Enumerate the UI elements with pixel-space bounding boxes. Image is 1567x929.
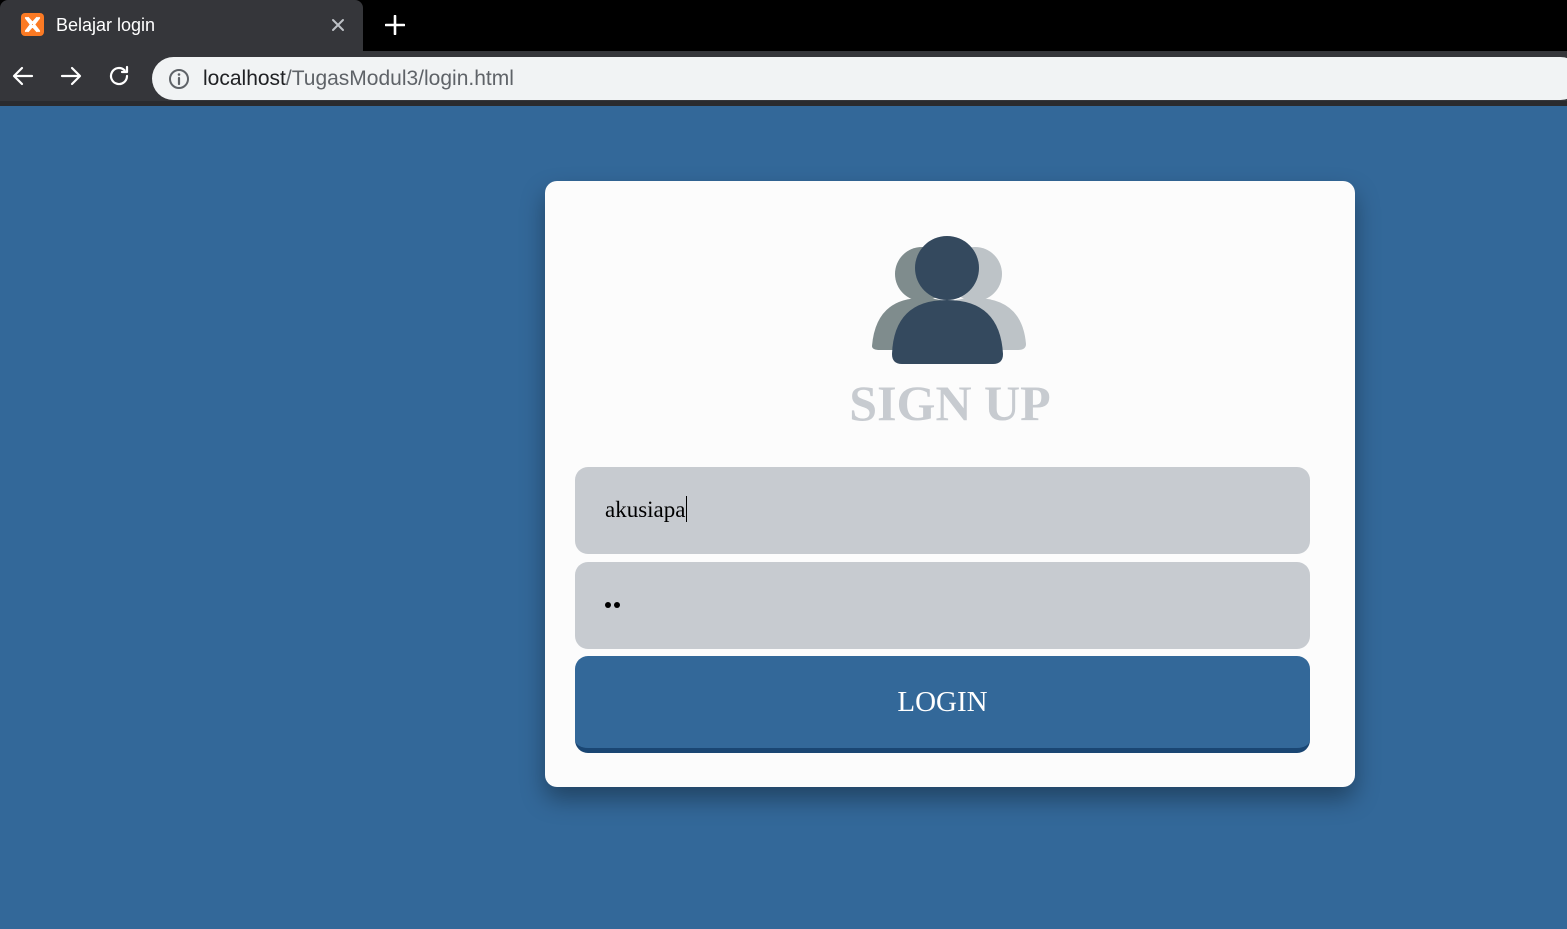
text-caret [686, 496, 688, 522]
password-input[interactable] [575, 562, 1310, 649]
tab-title: Belajar login [56, 15, 156, 35]
xampp-icon [21, 13, 44, 36]
arrow-left-icon [12, 66, 34, 86]
password-mask [605, 602, 620, 608]
reload-button[interactable] [104, 61, 134, 91]
plus-icon [385, 15, 405, 35]
forward-button[interactable] [56, 61, 86, 91]
close-icon[interactable] [327, 14, 349, 36]
url-text: localhost/TugasModul3/login.html [203, 66, 514, 92]
login-button-label: LOGIN [897, 685, 988, 718]
arrow-right-icon [60, 66, 82, 86]
page-title: SIGN UP [849, 375, 1051, 431]
login-button[interactable]: LOGIN [575, 656, 1310, 753]
password-dot [605, 602, 611, 608]
login-card: SIGN UP akusiapa LOGIN [545, 181, 1355, 787]
url-host: localhost [203, 67, 286, 90]
url-path: /TugasModul3/login.html [285, 67, 514, 90]
browser-toolbar: localhost/TugasModul3/login.html [0, 51, 1567, 106]
username-input[interactable]: akusiapa [575, 467, 1310, 554]
new-tab-button[interactable] [382, 12, 408, 38]
username-value: akusiapa [605, 496, 688, 522]
address-bar[interactable]: localhost/TugasModul3/login.html [152, 57, 1567, 100]
browser-tab[interactable]: Belajar login [0, 0, 363, 51]
password-dot [614, 602, 620, 608]
tab-bar: Belajar login [0, 0, 1567, 51]
reload-icon [109, 65, 129, 86]
users-icon [872, 236, 1026, 364]
info-icon[interactable] [168, 68, 190, 90]
back-button[interactable] [8, 61, 38, 91]
